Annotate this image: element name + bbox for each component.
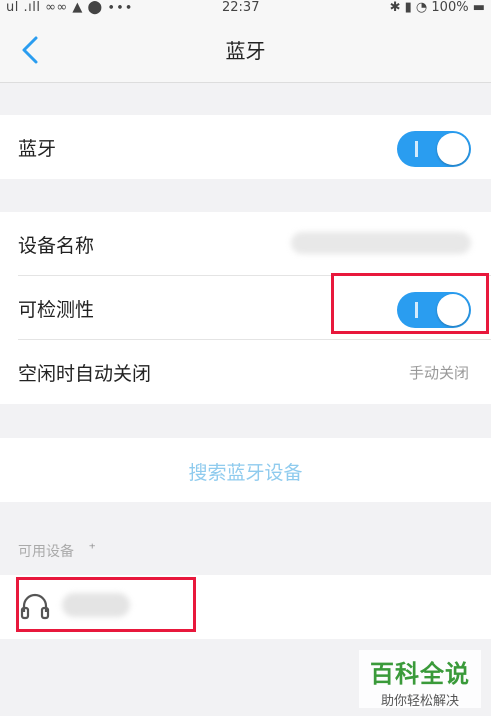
available-devices-header: 可用设备 ⁺ [18, 541, 96, 561]
device-name-label: 设备名称 [18, 235, 95, 257]
status-icons: ✱ ▮ ◔ 100% ▬ [389, 0, 485, 15]
search-devices-button[interactable]: 搜索蓝牙设备 [0, 458, 491, 485]
bluetooth-row: 蓝牙 [0, 115, 491, 179]
carrier-signal: ul .ıll ∞∞ ▲ ⬤ ∙∙∙ [6, 0, 134, 15]
toggle-on-mark [415, 141, 418, 157]
highlight-device-item [16, 577, 196, 632]
device-name-row[interactable]: 设备名称 [0, 212, 491, 276]
toggle-knob [437, 133, 469, 165]
available-devices-label: 可用设备 [18, 544, 74, 560]
bluetooth-toggle[interactable] [397, 131, 471, 167]
visibility-label: 可检测性 [18, 299, 95, 321]
navigation-bar: 蓝牙 [0, 18, 491, 83]
loading-spinner-icon: ⁺ [88, 541, 96, 557]
watermark-logo: 百科全说 助你轻松解决 [359, 650, 481, 709]
bluetooth-group: 蓝牙 [0, 115, 491, 179]
status-bar: ul .ıll ∞∞ ▲ ⬤ ∙∙∙ 22:37 ✱ ▮ ◔ 100% ▬ [0, 0, 491, 18]
page-title: 蓝牙 [225, 39, 266, 63]
highlight-visibility-toggle [331, 273, 489, 334]
idle-auto-off-label: 空闲时自动关闭 [18, 363, 152, 385]
watermark-main-text: 百科全说 [370, 660, 470, 688]
device-name-value-blurred [291, 232, 471, 254]
watermark-sub-text: 助你轻松解决 [380, 694, 459, 709]
bluetooth-label: 蓝牙 [18, 138, 57, 160]
idle-auto-off-value: 手动关闭 [408, 364, 469, 382]
search-group: 搜索蓝牙设备 [0, 438, 491, 502]
status-time: 22:37 [222, 0, 260, 15]
idle-auto-off-row[interactable]: 空闲时自动关闭 手动关闭 [0, 340, 491, 404]
